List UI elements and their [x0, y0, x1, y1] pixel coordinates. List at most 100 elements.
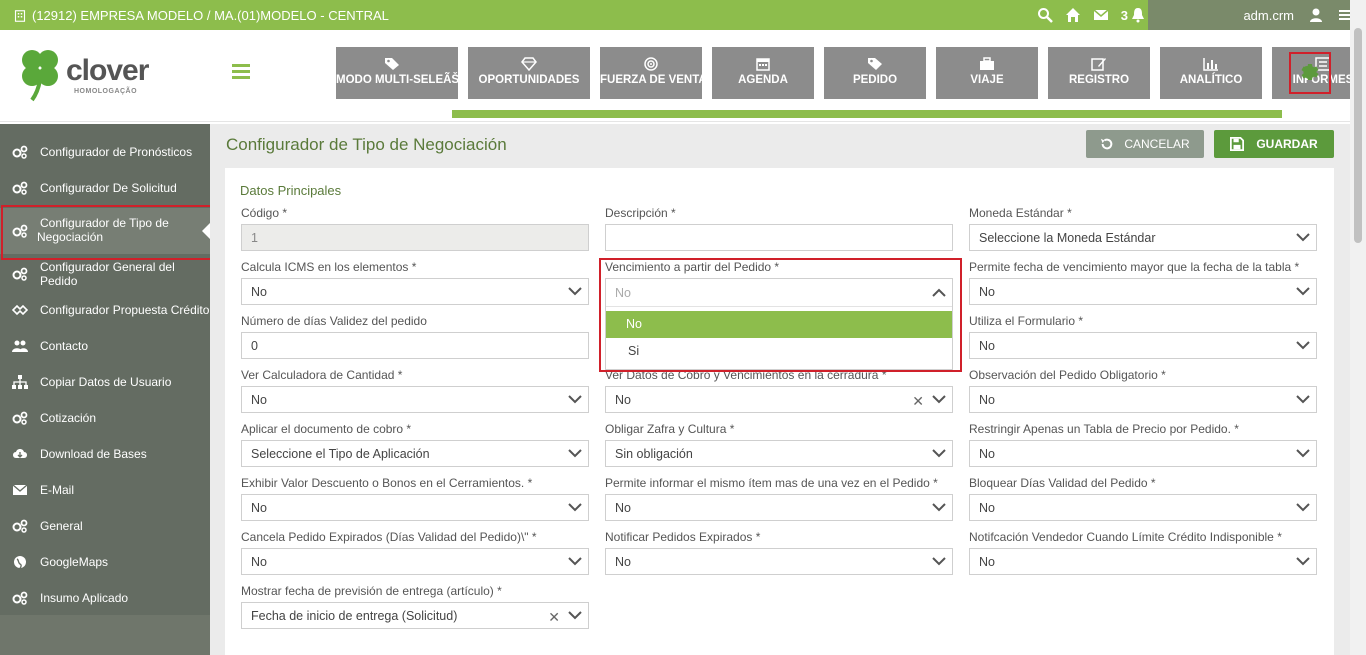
company-selector[interactable]: (12912) EMPRESA MODELO / MA.(01)MODELO -… — [14, 8, 389, 23]
page-scrollbar[interactable] — [1350, 0, 1366, 655]
notif-vendedor-select[interactable]: No — [969, 548, 1317, 575]
bell-icon[interactable] — [1130, 7, 1146, 23]
main-nav: MODO MULTI-SELEÃŠÃO OPORTUNIDADES FUERZA… — [336, 47, 1366, 99]
clear-icon[interactable]: ✕ — [912, 393, 924, 410]
observacion-select[interactable]: No — [969, 386, 1317, 413]
sidebar-item-general[interactable]: General — [0, 508, 210, 544]
settings-button[interactable] — [1289, 52, 1331, 94]
cancela-select[interactable]: No — [241, 548, 589, 575]
main-content: Configurador de Tipo de Negociación CANC… — [210, 124, 1350, 655]
search-icon[interactable] — [1037, 7, 1053, 23]
chevron-down-icon — [568, 503, 582, 512]
select-value: No — [251, 392, 267, 407]
sidebar-item-contacto[interactable]: Contacto — [0, 328, 210, 364]
cloud-download-icon — [13, 449, 27, 458]
logo-brand: clover — [66, 54, 149, 87]
descripcion-input[interactable] — [605, 224, 953, 251]
sidebar-item-label: Configurador Propuesta Crédito — [40, 303, 210, 317]
datos-cobro-select[interactable]: No ✕ — [605, 386, 953, 413]
field-prevision: Mostrar fecha de previsión de entrega (a… — [241, 584, 589, 629]
handshake-icon — [12, 304, 28, 316]
zafra-select[interactable]: Sin obligación — [605, 440, 953, 467]
moneda-select[interactable]: Seleccione la Moneda Estándar — [969, 224, 1317, 251]
nav-label: AGENDA — [738, 74, 788, 86]
select-value: No — [615, 500, 631, 515]
select-value: No — [251, 284, 267, 299]
formulario-select[interactable]: No — [969, 332, 1317, 359]
chevron-down-icon — [568, 557, 582, 566]
scrollbar-thumb[interactable] — [1354, 28, 1362, 243]
sidebar-item-pronosticos[interactable]: Configurador de Pronósticos — [0, 134, 210, 170]
save-button[interactable]: GUARDAR — [1214, 130, 1334, 158]
chevron-down-icon — [568, 395, 582, 404]
field-label: Aplicar el documento de cobro * — [241, 422, 412, 436]
sidebar-item-propuesta-credito[interactable]: Configurador Propuesta Crédito — [0, 292, 210, 328]
select-value: Fecha de inicio de entrega (Solicitud) — [251, 608, 458, 623]
doc-cobro-select[interactable]: Seleccione el Tipo de Aplicación — [241, 440, 589, 467]
field-label: Notificar Pedidos Expirados * — [605, 530, 761, 544]
header: clover HOMOLOGAÇÃO MODO MULTI-SELEÃŠÃO O… — [0, 30, 1366, 122]
chevron-down-icon — [1296, 449, 1310, 458]
nav-label: MODO MULTI-SELEÃŠÃO — [336, 74, 458, 86]
nav-registro[interactable]: REGISTRO — [1048, 47, 1150, 99]
field-datos-cobro: Ver Datos de Cobro y Vencimientos en la … — [605, 368, 953, 413]
gears-icon — [12, 181, 28, 195]
notificar-select[interactable]: No — [605, 548, 953, 575]
nav-analitico[interactable]: ANALÍTICO — [1160, 47, 1262, 99]
num-dias-input[interactable]: 0 — [241, 332, 589, 359]
icms-select[interactable]: No — [241, 278, 589, 305]
sidebar-item-general-pedido[interactable]: Configurador General del Pedido — [0, 256, 210, 292]
chevron-down-icon — [1296, 287, 1310, 296]
sidebar-toggle-icon[interactable] — [232, 64, 250, 79]
envelope-icon[interactable] — [1093, 7, 1109, 23]
exhibir-select[interactable]: No — [241, 494, 589, 521]
cancel-button[interactable]: CANCELAR — [1086, 130, 1204, 158]
building-icon — [14, 9, 26, 22]
nav-label: OPORTUNIDADES — [478, 74, 580, 86]
clover-logo[interactable]: clover HOMOLOGAÇÃO — [18, 46, 158, 106]
nav-label: ANALÍTICO — [1179, 74, 1243, 86]
bloquear-select[interactable]: No — [969, 494, 1317, 521]
gears-icon — [12, 519, 28, 533]
sidebar-item-insumo-aplicado[interactable]: Insumo Aplicado — [0, 580, 210, 616]
field-label: Ver Calculadora de Cantidad * — [241, 368, 403, 382]
target-icon — [644, 57, 658, 71]
permite-fecha-select[interactable]: No — [969, 278, 1317, 305]
sidebar-item-label: Cotización — [40, 411, 97, 425]
chevron-down-icon — [932, 449, 946, 458]
select-value: Seleccione el Tipo de Aplicación — [251, 446, 430, 461]
field-permite-fecha: Permite fecha de vencimiento mayor que l… — [969, 260, 1317, 305]
nav-fuerza-ventas[interactable]: FUERZA DE VENTAS — [600, 47, 702, 99]
nav-multi-seleccion[interactable]: MODO MULTI-SELEÃŠÃO — [336, 47, 458, 99]
codigo-input: 1 — [241, 224, 589, 251]
floppy-icon — [1230, 137, 1245, 151]
field-zafra: Obligar Zafra y Cultura * Sin obligación — [605, 422, 953, 467]
user-icon[interactable] — [1308, 7, 1324, 23]
nav-agenda[interactable]: AGENDA — [712, 47, 814, 99]
prevision-select[interactable]: Fecha de inicio de entrega (Solicitud) ✕ — [241, 602, 589, 629]
select-value: No — [251, 500, 267, 515]
sidebar-footer — [0, 615, 210, 655]
sidebar-item-email[interactable]: E-Mail — [0, 472, 210, 508]
sidebar-item-solicitud[interactable]: Configurador De Solicitud — [0, 170, 210, 206]
field-label: Obligar Zafra y Cultura * — [605, 422, 735, 436]
mismo-item-select[interactable]: No — [605, 494, 953, 521]
nav-viaje[interactable]: VIAJE — [936, 47, 1038, 99]
field-doc-cobro: Aplicar el documento de cobro * Seleccio… — [241, 422, 589, 467]
sidebar-item-copiar-datos[interactable]: Copiar Datos de Usuario — [0, 364, 210, 400]
top-bar: (12912) EMPRESA MODELO / MA.(01)MODELO -… — [0, 0, 1366, 30]
sidebar-item-cotizacion[interactable]: Cotización — [0, 400, 210, 436]
nav-oportunidades[interactable]: OPORTUNIDADES — [468, 47, 590, 99]
field-mismo-item: Permite informar el mismo ítem mas de un… — [605, 476, 953, 521]
clear-icon[interactable]: ✕ — [548, 609, 560, 626]
restringir-select[interactable]: No — [969, 440, 1317, 467]
nav-pedido[interactable]: PEDIDO — [824, 47, 926, 99]
diamond-icon — [521, 57, 537, 71]
home-icon[interactable] — [1065, 7, 1081, 23]
sidebar-item-googlemaps[interactable]: GoogleMaps — [0, 544, 210, 580]
user-name[interactable]: adm.crm — [1243, 8, 1294, 23]
sidebar-item-download-bases[interactable]: Download de Bases — [0, 436, 210, 472]
calculadora-select[interactable]: No — [241, 386, 589, 413]
page-title: Configurador de Tipo de Negociación — [226, 135, 507, 154]
field-label: Utiliza el Formulario * — [969, 314, 1084, 328]
